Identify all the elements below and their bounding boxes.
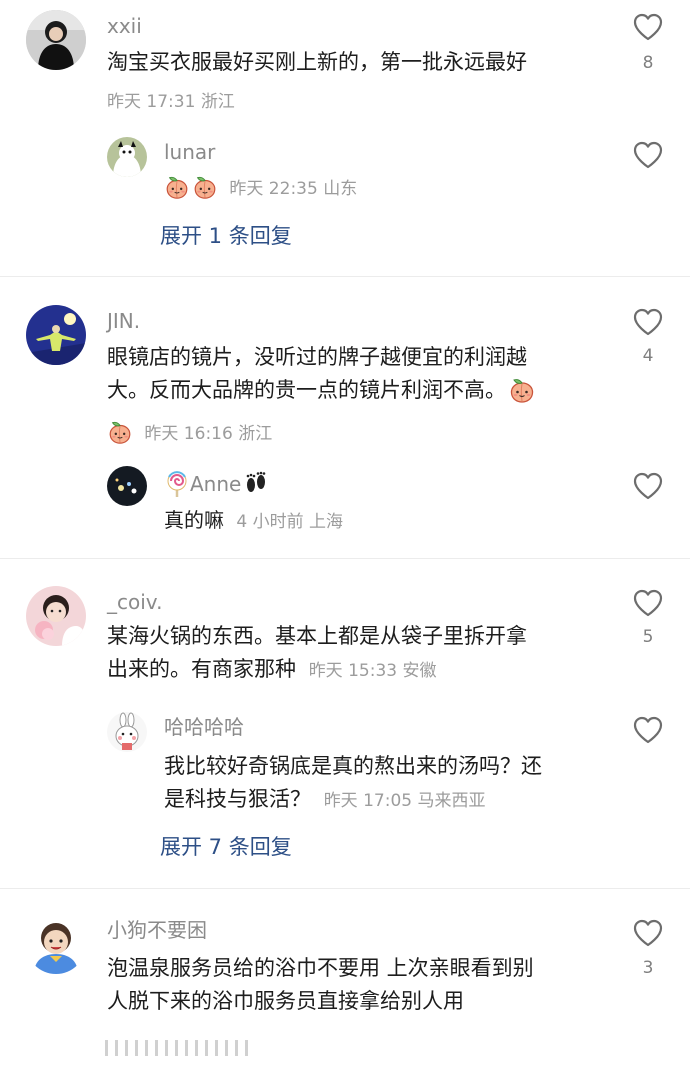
lollipop-emoji-icon	[167, 471, 187, 497]
like-count: 4	[642, 346, 654, 366]
location: 浙江	[200, 92, 235, 112]
comment-text: 眼镜店的镜片，没听过的牌子越便宜的利润越 大。反而大品牌的贵一点的镜片利润不高。	[107, 341, 536, 407]
avatar[interactable]	[107, 712, 147, 752]
peach-emoji-icon	[107, 419, 133, 445]
username[interactable]: 小狗不要困	[107, 918, 207, 942]
timestamp: 昨天 22:35	[229, 179, 318, 199]
avatar[interactable]	[26, 586, 86, 646]
comment-text: 某海火锅的东西。基本上都是从袋子里拆开拿 出来的。有商家那种 昨天 15:33 …	[107, 624, 527, 681]
like-count: 3	[642, 958, 654, 978]
like-count: 5	[642, 627, 654, 647]
avatar[interactable]	[26, 10, 86, 70]
username[interactable]: xxii	[107, 14, 142, 38]
location: 安徽	[402, 661, 437, 681]
reply-text: 我比较好奇锅底是真的熬出来的汤吗？还 是科技与狠活？ 昨天 17:05 马来西亚	[164, 754, 542, 811]
timestamp: 昨天 15:33	[308, 661, 398, 681]
comment-meta: 昨天 16:16 浙江	[107, 419, 272, 445]
heart-outline-icon[interactable]	[633, 13, 663, 41]
avatar[interactable]	[107, 466, 147, 506]
heart-outline-icon[interactable]	[633, 308, 663, 336]
avatar[interactable]	[26, 914, 86, 974]
timestamp: 昨天 17:05	[323, 791, 413, 811]
heart-outline-icon[interactable]	[633, 472, 663, 500]
location: 山东	[323, 179, 358, 199]
username[interactable]: _coiv.	[107, 590, 162, 614]
expand-replies-button[interactable]: 展开 7 条回复	[160, 834, 292, 860]
divider	[0, 276, 690, 277]
peach-emoji-icon	[508, 376, 536, 404]
location: 马来西亚	[417, 791, 486, 811]
avatar[interactable]	[107, 137, 147, 177]
timestamp: 昨天 16:16	[144, 424, 233, 444]
username[interactable]: 哈哈哈哈	[164, 715, 244, 739]
divider	[0, 558, 690, 559]
loading-placeholder	[105, 1040, 248, 1056]
heart-outline-icon[interactable]	[633, 716, 663, 744]
username[interactable]: JIN.	[107, 309, 140, 333]
comment-text: 淘宝买衣服最好买刚上新的，第一批永远最好	[107, 50, 527, 74]
reply-text: 真的嘛 4 小时前 上海	[164, 508, 343, 532]
heart-outline-icon[interactable]	[633, 141, 663, 169]
reply-meta: 昨天 22:35 山东	[164, 174, 357, 200]
location: 上海	[309, 512, 343, 532]
divider	[0, 888, 690, 889]
location: 浙江	[238, 424, 273, 444]
avatar[interactable]	[26, 305, 86, 365]
comment-meta: 昨天 17:31 浙江	[107, 91, 235, 113]
peach-emoji-icon	[164, 174, 190, 200]
footprints-emoji-icon	[247, 471, 266, 492]
username[interactable]: lunar	[164, 140, 215, 164]
heart-outline-icon[interactable]	[633, 919, 663, 947]
timestamp: 4 小时前	[236, 512, 304, 532]
expand-replies-button[interactable]: 展开 1 条回复	[160, 223, 292, 249]
like-count: 8	[642, 53, 654, 73]
heart-outline-icon[interactable]	[633, 589, 663, 617]
username: Anne	[164, 471, 269, 497]
comment-text: 泡温泉服务员给的浴巾不要用 上次亲眼看到别 人脱下来的浴巾服务员直接拿给别人用	[107, 956, 534, 1013]
timestamp: 昨天 17:31	[107, 92, 196, 112]
peach-emoji-icon	[192, 174, 218, 200]
